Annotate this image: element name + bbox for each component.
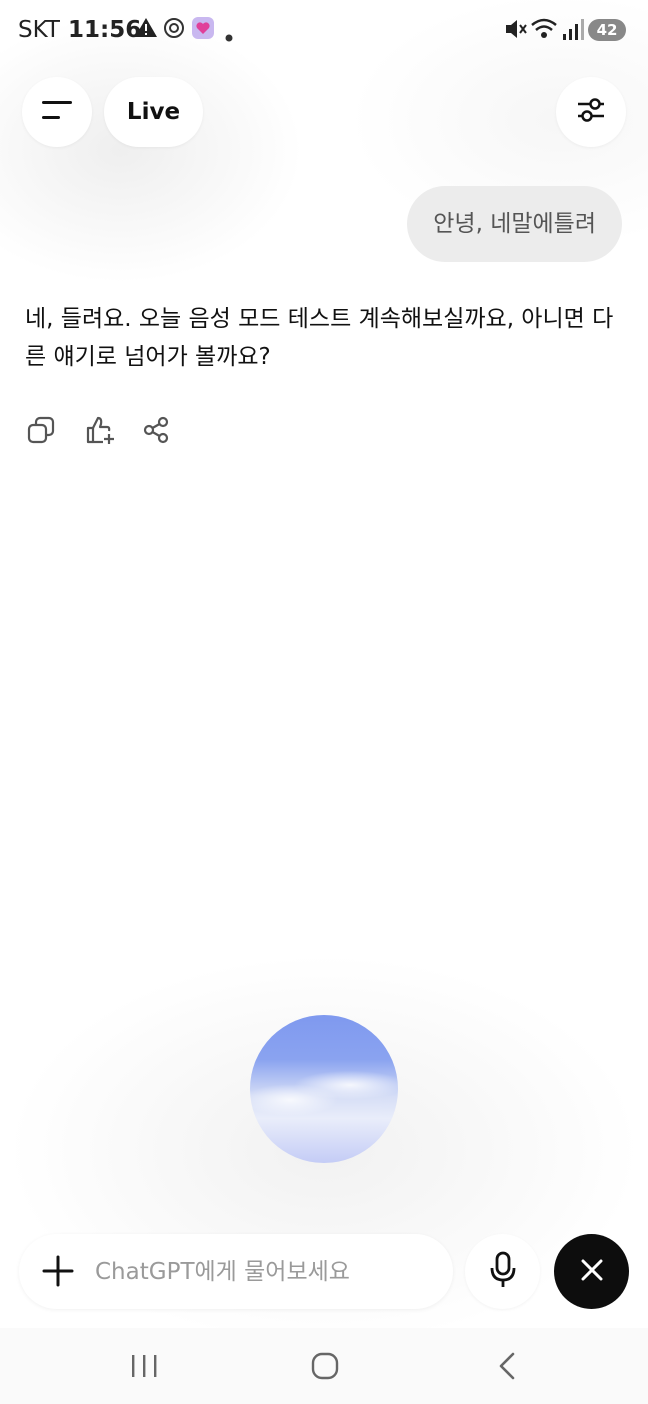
mic-icon bbox=[489, 1251, 517, 1293]
dot-icon bbox=[225, 27, 233, 46]
user-message-bubble: 안녕, 네말에틀려 bbox=[407, 186, 622, 262]
close-icon bbox=[580, 1258, 604, 1286]
battery-icon: 42 bbox=[588, 19, 626, 41]
copy-icon[interactable] bbox=[25, 414, 57, 446]
carrier-label: SKT bbox=[18, 17, 60, 43]
menu-button[interactable] bbox=[22, 77, 92, 147]
voice-orb bbox=[250, 1015, 398, 1163]
sliders-icon bbox=[576, 95, 606, 129]
menu-icon bbox=[42, 100, 72, 124]
status-bar: SKT 11:56 42 bbox=[0, 0, 648, 62]
plus-icon[interactable] bbox=[41, 1254, 75, 1288]
composer-bar bbox=[19, 1234, 453, 1309]
clock: 11:56 bbox=[68, 17, 142, 43]
back-icon[interactable] bbox=[487, 1348, 527, 1384]
end-voice-button[interactable] bbox=[554, 1234, 629, 1309]
settings-button[interactable] bbox=[556, 77, 626, 147]
signal-icon bbox=[562, 16, 584, 46]
chatgpt-app-icon bbox=[162, 16, 186, 44]
home-icon[interactable] bbox=[305, 1348, 345, 1384]
live-button[interactable]: Live bbox=[104, 77, 203, 147]
mute-icon bbox=[503, 16, 527, 46]
warning-icon bbox=[134, 16, 158, 44]
live-label: Live bbox=[126, 99, 181, 125]
message-input[interactable] bbox=[95, 1252, 435, 1292]
system-nav-bar bbox=[0, 1328, 648, 1404]
thumbs-up-icon[interactable] bbox=[84, 414, 116, 446]
share-icon[interactable] bbox=[140, 414, 172, 446]
heart-app-icon bbox=[191, 16, 215, 44]
wifi-icon bbox=[530, 16, 558, 46]
recents-icon[interactable] bbox=[124, 1348, 164, 1384]
assistant-message: 네, 들려요. 오늘 음성 모드 테스트 계속해보실까요, 아니면 다른 얘기로… bbox=[25, 306, 614, 370]
mic-button[interactable] bbox=[465, 1234, 540, 1309]
